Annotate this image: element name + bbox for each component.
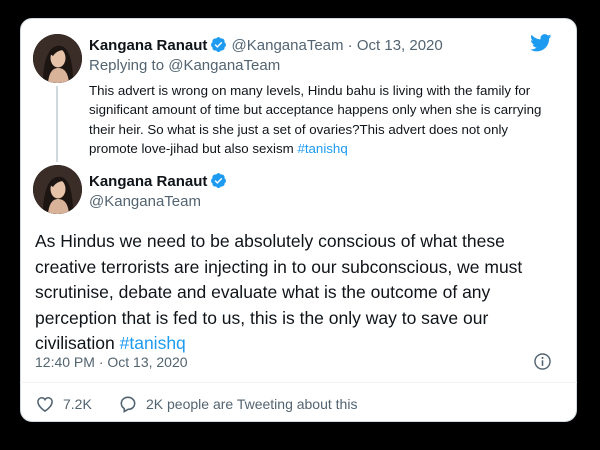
dot-separator: ·: [347, 37, 353, 54]
conversation-action[interactable]: 2K people are Tweeting about this: [118, 394, 357, 414]
thread-connector: [56, 86, 58, 162]
main-hashtag-link[interactable]: #tanishq: [120, 333, 186, 353]
heart-icon[interactable]: [35, 394, 55, 414]
replying-to: Replying to @KanganaTeam: [89, 57, 280, 75]
twitter-bird-icon[interactable]: [530, 34, 552, 52]
like-count: 7.2K: [63, 396, 92, 412]
reply-tweet-text: This advert is wrong on many levels, Hin…: [89, 81, 559, 158]
replying-to-handle[interactable]: @KanganaTeam: [168, 57, 280, 74]
main-tweet-text: As Hindus we need to be absolutely consc…: [35, 229, 560, 357]
replying-prefix: Replying to: [89, 57, 165, 74]
conversation-text: 2K people are Tweeting about this: [146, 396, 358, 412]
reply-header: Kangana Ranaut @KanganaTeam · Oct 13, 20…: [89, 36, 443, 55]
like-action[interactable]: 7.2K: [35, 394, 92, 414]
main-tweet-body: As Hindus we need to be absolutely consc…: [35, 231, 523, 353]
reply-date[interactable]: Oct 13, 2020: [357, 37, 443, 54]
actions-divider: [20, 382, 577, 383]
main-author-handle[interactable]: @KanganaTeam: [89, 193, 201, 211]
info-icon[interactable]: [533, 352, 552, 371]
main-author-name[interactable]: Kangana Ranaut: [89, 173, 207, 190]
reply-author-name[interactable]: Kangana Ranaut: [89, 37, 207, 54]
reply-avatar[interactable]: [33, 34, 82, 83]
avatar-portrait: [33, 34, 82, 83]
tweet-timestamp[interactable]: 12:40 PM · Oct 13, 2020: [35, 354, 188, 370]
verified-badge-icon: [211, 37, 227, 52]
main-avatar[interactable]: [33, 165, 82, 214]
reply-author-handle[interactable]: @KanganaTeam: [232, 37, 344, 54]
main-author-row: Kangana Ranaut: [89, 172, 227, 191]
speech-bubble-icon[interactable]: [118, 394, 138, 414]
verified-badge-icon: [211, 173, 227, 188]
reply-hashtag-link[interactable]: #tanishq: [297, 141, 347, 156]
avatar-portrait: [33, 165, 82, 214]
